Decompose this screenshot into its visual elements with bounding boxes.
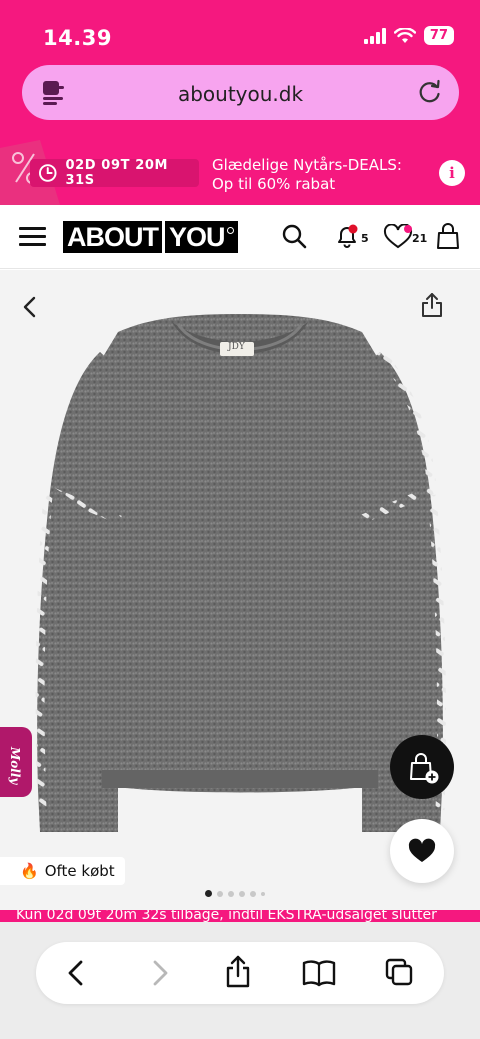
- notification-count: 5: [361, 232, 369, 245]
- site-header: ABOUT YOU 5 21: [0, 205, 480, 269]
- clock-icon: [38, 164, 57, 182]
- carousel-dot[interactable]: [205, 890, 212, 897]
- menu-icon[interactable]: [19, 227, 46, 247]
- sale-ticker[interactable]: Kun 02d 09t 20m 32s tilbage, indtil EKST…: [0, 910, 480, 922]
- url-text[interactable]: aboutyou.dk: [22, 82, 459, 106]
- carousel-dot[interactable]: [217, 890, 223, 897]
- reload-icon[interactable]: [417, 79, 443, 105]
- fire-icon: 🔥: [20, 862, 39, 880]
- share-icon[interactable]: [420, 292, 444, 318]
- back-icon[interactable]: [64, 958, 88, 988]
- wifi-icon: [393, 27, 416, 43]
- carousel-dot[interactable]: [239, 890, 245, 897]
- logo-about: ABOUT: [63, 221, 162, 253]
- promo-line-2: Op til 60% rabat: [212, 175, 336, 193]
- carousel-dot[interactable]: [228, 890, 234, 897]
- often-bought-badge: 🔥 Ofte købt: [0, 857, 125, 885]
- about-you-logo[interactable]: ABOUT YOU: [63, 221, 238, 253]
- molly-label: Molly: [8, 747, 22, 785]
- often-bought-text: Ofte købt: [44, 862, 115, 880]
- chevron-left-icon[interactable]: [20, 296, 40, 318]
- heart-filled-icon: [408, 838, 436, 862]
- status-bar: 14.39 77: [0, 0, 480, 62]
- battery-indicator: 77: [423, 26, 454, 45]
- status-icons: 77: [363, 26, 454, 45]
- tabs-icon[interactable]: [384, 957, 414, 987]
- wishlist-button[interactable]: [390, 819, 454, 883]
- add-to-bag-button[interactable]: [390, 735, 454, 799]
- logo-you-box: YOU: [165, 221, 238, 253]
- carousel-indicator[interactable]: [205, 890, 265, 897]
- sweater-image: [35, 314, 447, 832]
- countdown-text: 02D 09T 20M 31S: [65, 158, 169, 188]
- bag-icon[interactable]: [436, 222, 460, 250]
- toolbar-pill: [36, 942, 444, 1004]
- bell-icon[interactable]: [333, 222, 361, 250]
- bookmarks-icon[interactable]: [302, 959, 336, 987]
- product-gallery[interactable]: JDY: [0, 270, 480, 910]
- logo-ring-icon: [226, 227, 234, 234]
- carousel-dot[interactable]: [261, 891, 265, 896]
- status-time: 14.39: [43, 26, 112, 50]
- heart-icon[interactable]: [383, 224, 413, 250]
- info-button[interactable]: i: [439, 160, 465, 186]
- molly-assistant-tab[interactable]: Molly: [0, 727, 32, 797]
- ticker-text: Kun 02d 09t 20m 32s tilbage, indtil EKST…: [16, 910, 437, 922]
- carousel-dot[interactable]: [250, 890, 256, 897]
- bag-plus-icon: [410, 753, 439, 784]
- wishlist-count: 21: [412, 232, 428, 245]
- countdown-timer: 02D 09T 20M 31S: [30, 158, 199, 188]
- forward-icon[interactable]: [148, 958, 172, 988]
- promo-message[interactable]: Glædelige Nytårs-DEALS: Op til 60% rabat: [212, 156, 402, 194]
- browser-toolbar: [0, 922, 480, 1039]
- address-bar[interactable]: aboutyou.dk: [22, 65, 459, 120]
- signal-icon: [363, 27, 386, 44]
- share-icon[interactable]: [224, 955, 252, 989]
- promo-line-1: Glædelige Nytårs-DEALS:: [212, 156, 402, 174]
- search-icon[interactable]: [281, 223, 307, 249]
- logo-you: YOU: [169, 222, 226, 252]
- garment-tag: JDY: [228, 342, 245, 352]
